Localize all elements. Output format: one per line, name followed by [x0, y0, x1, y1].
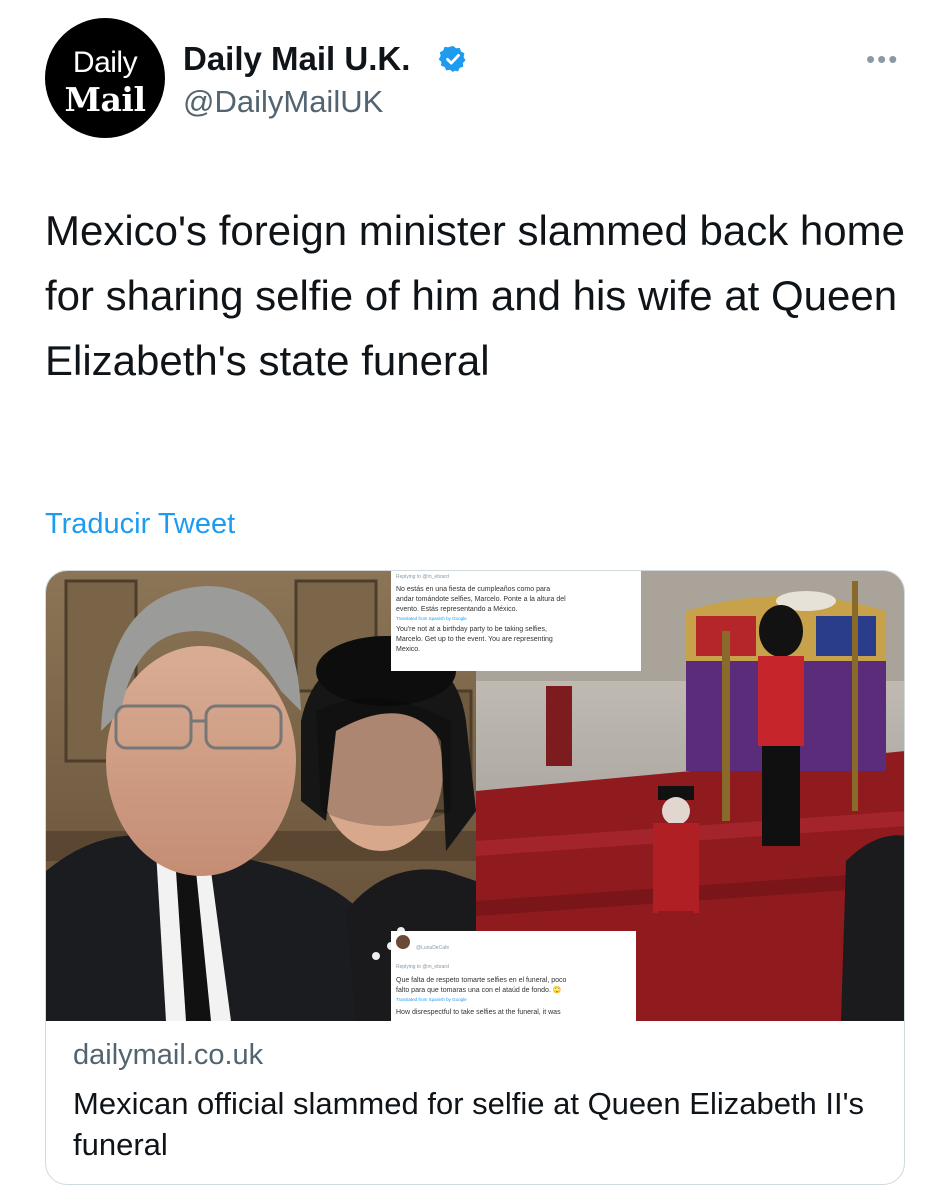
card-image: Replying to @m_ebrard No estás en una fi… — [46, 571, 904, 1021]
more-options-icon[interactable]: ••• — [866, 44, 899, 75]
display-name[interactable]: Daily Mail U.K. — [183, 40, 410, 78]
overlay-top-es-1: No estás en una fiesta de cumpleaños com… — [396, 586, 550, 593]
overlay-top-en-3: Mexico. — [396, 646, 420, 653]
overlay-top-es-2: andar tomándote selfies, Marcelo. Ponte … — [396, 596, 566, 603]
overlay-top-es-3: evento. Estás representando a México. — [396, 606, 517, 613]
overlay-bottom-en-1: How disrespectful to take selfies at the… — [396, 1009, 561, 1016]
overlay-bottom-es-2: falto para que tomaras una con el ataúd … — [396, 985, 562, 994]
avatar[interactable]: Daily Mail — [45, 18, 165, 138]
overlay-top-translated: Translated from Spanish by Google — [396, 616, 467, 621]
overlay-top-replying: Replying to @m_ebrard — [396, 574, 449, 580]
handle[interactable]: @DailyMailUK — [183, 84, 383, 120]
overlay-top-en-1: You're not at a birthday party to be tak… — [396, 626, 547, 633]
verified-badge-icon — [438, 45, 466, 73]
avatar-line-2: Mail — [64, 80, 146, 119]
tweet-text: Mexico's foreign minister slammed back h… — [45, 207, 905, 384]
card-domain: dailymail.co.uk — [73, 1039, 264, 1071]
overlay-bottom-replying: Replying to @m_ebrard — [396, 964, 449, 970]
overlay-bottom-user: @LunaDeCafe — [416, 945, 449, 951]
overlay-bottom-translated: Translated from Spanish by Google — [396, 997, 467, 1002]
card-title: Mexican official slammed for selfie at Q… — [73, 1086, 865, 1162]
overlay-bottom-es-1: Que falta de respeto tomarte selfies en … — [396, 977, 567, 984]
link-card[interactable]: Replying to @m_ebrard No estás en una fi… — [45, 570, 905, 1185]
overlay-top-en-2: Marcelo. Get up to the event. You are re… — [396, 636, 553, 643]
avatar-line-1: Daily — [72, 46, 138, 79]
translate-tweet-link[interactable]: Traducir Tweet — [45, 508, 235, 541]
